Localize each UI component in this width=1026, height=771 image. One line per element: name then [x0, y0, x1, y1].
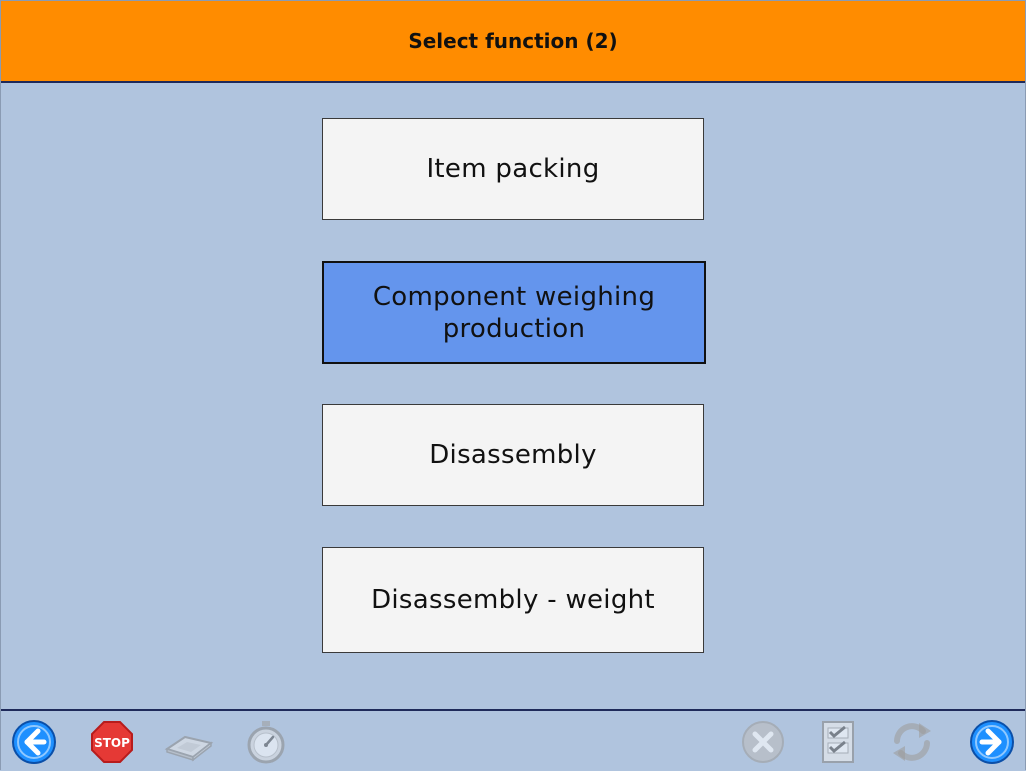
- forward-arrow-icon[interactable]: [969, 719, 1015, 765]
- button-label: Disassembly - weight: [371, 585, 655, 615]
- disassembly-weight-button[interactable]: Disassembly - weight: [322, 547, 704, 653]
- checklist-icon: [815, 719, 861, 765]
- component-weighing-production-button[interactable]: Component weighing production: [322, 261, 706, 364]
- title-bar: Select function (2): [1, 1, 1025, 83]
- refresh-icon: [889, 719, 935, 765]
- scanner-icon: [163, 719, 215, 765]
- svg-text:STOP: STOP: [94, 736, 130, 750]
- button-label: Component weighing production: [372, 281, 656, 344]
- page-title: Select function (2): [408, 29, 618, 53]
- disassembly-button[interactable]: Disassembly: [322, 404, 704, 506]
- button-label: Disassembly: [429, 440, 597, 470]
- back-arrow-icon[interactable]: [11, 719, 57, 765]
- button-label: Item packing: [426, 154, 600, 184]
- bottom-toolbar: STOP: [1, 709, 1025, 771]
- item-packing-button[interactable]: Item packing: [322, 118, 704, 220]
- app-window: Select function (2) Item packing Compone…: [0, 0, 1026, 771]
- stopwatch-icon: [243, 719, 289, 765]
- cancel-icon: [740, 719, 786, 765]
- stop-sign-icon[interactable]: STOP: [89, 719, 135, 765]
